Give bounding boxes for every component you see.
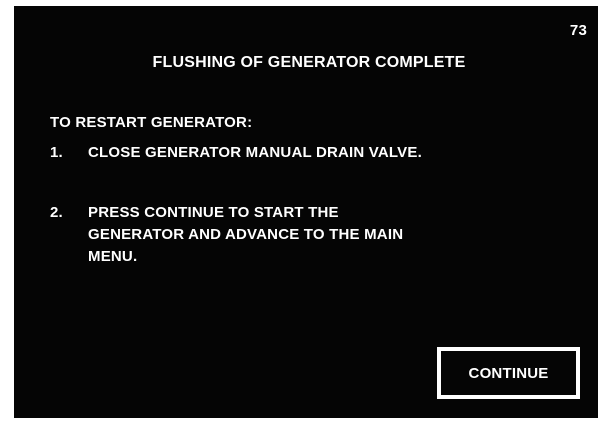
screen-number: 73 [569,22,587,39]
instruction-step-1: 1. CLOSE GENERATOR MANUAL DRAIN VALVE. [50,142,428,164]
instructions-heading: TO RESTART GENERATOR: [50,114,253,131]
step-text: PRESS CONTINUE TO START THE GENERATOR AN… [88,204,404,265]
instruction-step-2: 2. PRESS CONTINUE TO START THE GENERATOR… [50,202,428,268]
screen-title: FLUSHING OF GENERATOR COMPLETE [152,54,466,71]
generator-display-screen: 73 FLUSHING OF GENERATOR COMPLETE TO RES… [14,6,598,418]
step-number: 2. [50,204,63,221]
continue-button[interactable]: CONTINUE [437,347,580,399]
step-text: CLOSE GENERATOR MANUAL DRAIN VALVE. [88,144,422,161]
step-number: 1. [50,144,63,161]
